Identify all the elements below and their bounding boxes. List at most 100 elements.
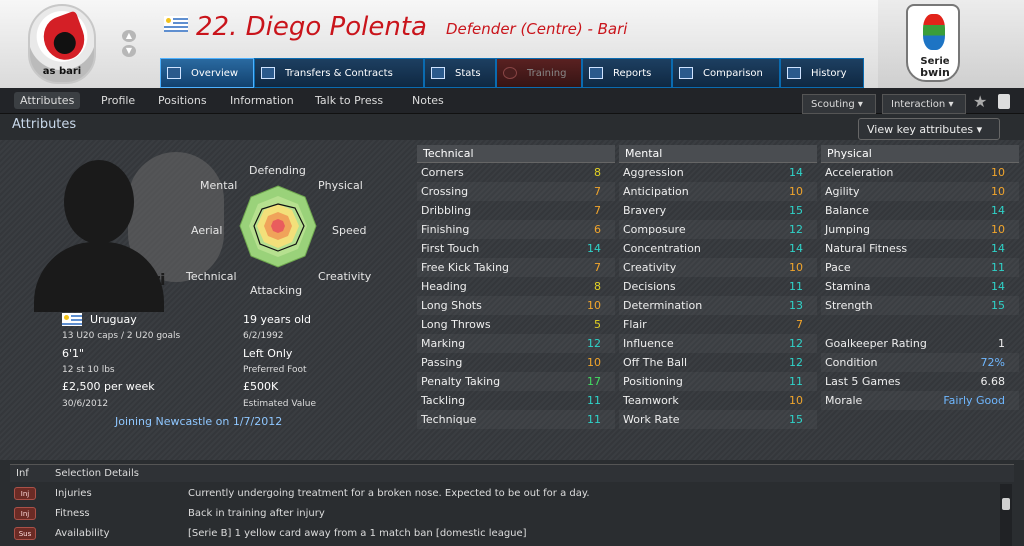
attribute-row: Concentration 14: [619, 239, 817, 258]
attribute-name: Jumping: [825, 223, 870, 236]
col-inf: Inf: [16, 468, 29, 479]
attribute-value: 10: [587, 299, 601, 312]
attribute-value: 12: [789, 337, 803, 350]
tab-overview[interactable]: Overview: [160, 58, 254, 88]
report-icon: [589, 67, 603, 79]
subnav-attributes[interactable]: Attributes: [14, 92, 81, 109]
attribute-row: Corners 8: [417, 163, 615, 182]
attribute-name: Pace: [825, 261, 851, 274]
physical-attributes: Physical Acceleration 10 Agility 10 Balance 1…: [821, 145, 1019, 410]
star-icon[interactable]: ★: [973, 92, 987, 111]
attribute-value: 11: [789, 375, 803, 388]
attribute-name: Long Shots: [421, 299, 482, 312]
estimated-value-label: Estimated Value: [243, 399, 317, 409]
selection-row[interactable]: Sus Availability [Serie B] 1 yellow card a…: [10, 524, 1014, 544]
attribute-value: 10: [789, 185, 803, 198]
attribute-value: 8: [594, 280, 601, 293]
subnav-information[interactable]: Information: [230, 94, 294, 107]
selection-key: Injuries: [55, 488, 92, 499]
notepad-icon[interactable]: [998, 94, 1010, 109]
attribute-value: 72%: [980, 356, 1005, 369]
attribute-value: 7: [594, 185, 601, 198]
chevron-up-icon[interactable]: ▲: [122, 30, 136, 42]
chevron-down-icon[interactable]: ▼: [122, 45, 136, 57]
attribute-row: Tackling 11: [417, 391, 615, 410]
tab-comparison[interactable]: Comparison: [672, 58, 780, 88]
attribute-row: Goalkeeper Rating 1: [821, 334, 1019, 353]
scouting-label: Scouting: [811, 99, 855, 110]
attribute-name: Anticipation: [623, 185, 689, 198]
chevron-down-icon: ▾: [976, 123, 983, 136]
interaction-dropdown[interactable]: Interaction ▾: [882, 94, 966, 114]
attribute-value: 6: [594, 223, 601, 236]
mental-attributes: Mental Aggression 14 Anticipation 10 Bravery…: [619, 145, 817, 429]
attribute-value: 10: [789, 261, 803, 274]
radar-label-attacking: Attacking: [250, 284, 303, 297]
attribute-row: Influence 12: [619, 334, 817, 353]
attribute-name: Work Rate: [623, 413, 680, 426]
attribute-value: 8: [594, 166, 601, 179]
radar-label-creativity: Creativity: [318, 270, 372, 283]
subnav-notes[interactable]: Notes: [412, 94, 444, 107]
attribute-row: Strength 15: [821, 296, 1019, 315]
attribute-name: Agility: [825, 185, 860, 198]
nation-name[interactable]: Uruguay: [90, 313, 137, 326]
attribute-row: Marking 12: [417, 334, 615, 353]
subnav-positions[interactable]: Positions: [158, 94, 207, 107]
attribute-value: 6.68: [980, 375, 1006, 388]
attribute-name: Bravery: [623, 204, 667, 217]
rooster-icon: [37, 10, 91, 66]
subnav-talk-to-press[interactable]: Talk to Press: [315, 94, 383, 107]
attribute-name: Crossing: [421, 185, 469, 198]
selection-row[interactable]: Inj Fitness Back in training after injury: [10, 504, 1014, 524]
tab-label: Reports: [613, 67, 652, 79]
tab-training[interactable]: Training: [496, 58, 582, 88]
radar-label-defending: Defending: [249, 164, 306, 177]
future-transfer-link[interactable]: Joining Newcastle on 1/7/2012: [115, 415, 282, 428]
tab-label: Overview: [191, 67, 239, 79]
club-logo-text: as bari: [42, 66, 82, 77]
attribute-name: First Touch: [421, 242, 480, 255]
selection-key: Availability: [55, 528, 110, 539]
history-icon: [787, 67, 801, 79]
tab-history[interactable]: History: [780, 58, 864, 88]
col-selection-details: Selection Details: [55, 468, 139, 479]
attribute-row: Crossing 7: [417, 182, 615, 201]
attribute-value: 7: [594, 204, 601, 217]
attribute-row: Condition 72%: [821, 353, 1019, 372]
attribute-value: 11: [991, 261, 1005, 274]
selection-row[interactable]: Inj Injuries Currently undergoing treatmen…: [10, 484, 1014, 504]
tab-reports[interactable]: Reports: [582, 58, 672, 88]
attribute-row: Anticipation 10: [619, 182, 817, 201]
main-tabs: Overview Transfers & Contracts Stats Tra…: [160, 58, 864, 88]
club-logo[interactable]: as bari: [28, 4, 96, 84]
tab-label: Comparison: [703, 67, 763, 79]
attribute-name: Concentration: [623, 242, 701, 255]
attribute-row: Creativity 10: [619, 258, 817, 277]
subnav-profile[interactable]: Profile: [101, 94, 135, 107]
scrollbar-thumb[interactable]: [1002, 498, 1010, 510]
silhouette-body: [34, 242, 164, 312]
scrollbar[interactable]: [1000, 484, 1012, 546]
selection-description: [Serie B] 1 yellow card away from a 1 ma…: [188, 528, 527, 539]
league-ball-icon: [923, 14, 945, 50]
attribute-radar-chart: Defending Physical Speed Creativity Atta…: [186, 164, 380, 297]
attribute-value: 12: [789, 223, 803, 236]
comparison-icon: [679, 67, 693, 79]
radar-label-speed: Speed: [332, 224, 367, 237]
attribute-name: Teamwork: [623, 394, 679, 407]
radar-label-mental: Mental: [200, 179, 238, 192]
attribute-value: 13: [789, 299, 803, 312]
player-switcher[interactable]: ▲ ▼: [122, 30, 138, 60]
radar-ring-inner: [271, 219, 285, 233]
tab-transfers-contracts[interactable]: Transfers & Contracts: [254, 58, 424, 88]
scouting-dropdown[interactable]: Scouting ▾: [802, 94, 876, 114]
tab-stats[interactable]: Stats: [424, 58, 496, 88]
attribute-row: Bravery 15: [619, 201, 817, 220]
attribute-row: Work Rate 15: [619, 410, 817, 429]
player-name: 22. Diego Polenta: [196, 12, 427, 42]
attribute-value: 14: [991, 242, 1005, 255]
view-key-attributes-dropdown[interactable]: View key attributes ▾: [858, 118, 1000, 140]
mental-header: Mental: [619, 145, 817, 163]
attribute-value: 10: [991, 223, 1005, 236]
